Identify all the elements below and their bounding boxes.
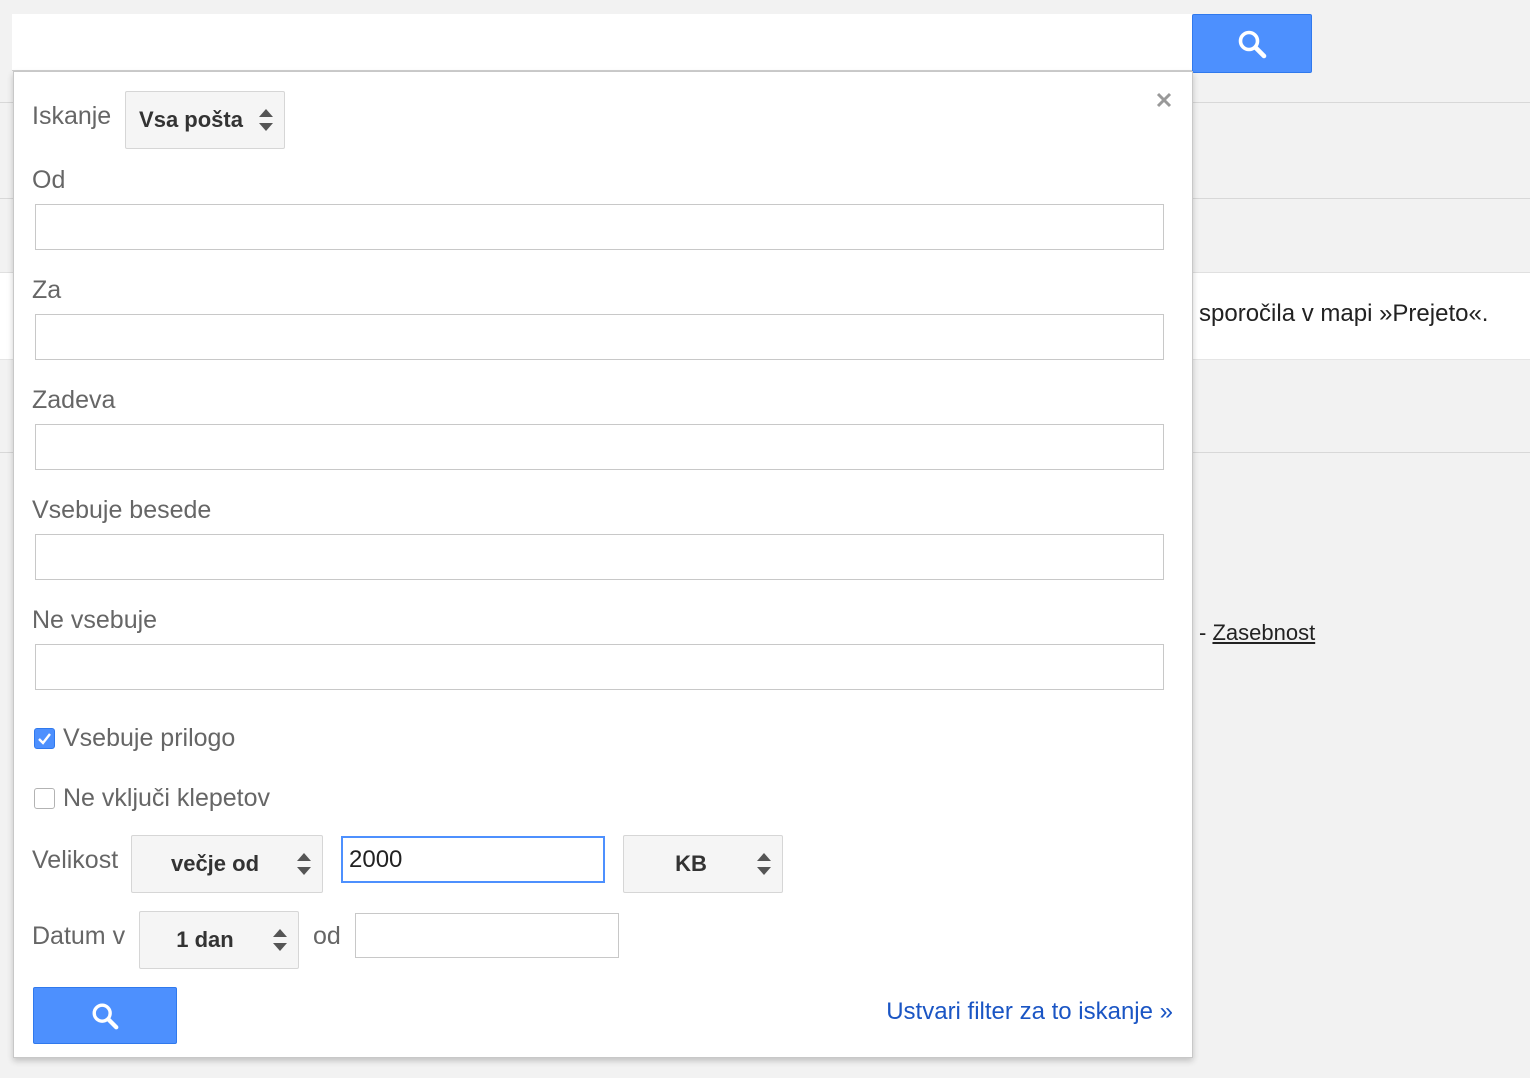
date-within-select[interactable]: 1 dan [139,911,299,969]
privacy-link[interactable]: Zasebnost [1212,620,1315,645]
to-field[interactable] [35,314,1164,360]
from-field[interactable] [35,204,1164,250]
advanced-search-button[interactable] [33,987,177,1044]
subject-field[interactable] [35,424,1164,470]
has-attachment-checkbox[interactable] [34,728,55,749]
close-icon [1156,92,1172,108]
search-in-label: Iskanje [32,102,112,130]
size-label: Velikost [32,846,119,874]
date-within-label: Datum v [32,922,126,950]
empty-inbox-message: sporočila v mapi »Prejeto«. [1199,300,1489,327]
size-value-input[interactable] [341,836,605,883]
has-words-label: Vsebuje besede [32,496,212,524]
select-arrows-icon [757,853,771,875]
doesnt-have-label: Ne vsebuje [32,606,158,634]
advanced-search-panel: Iskanje Vsa pošta Od Za Zadeva Vsebuje b… [13,71,1193,1058]
search-in-select[interactable]: Vsa pošta [125,91,285,149]
size-operator-value: večje od [170,851,260,876]
search-in-value: Vsa pošta [139,107,243,132]
size-unit-select[interactable]: KB [623,835,783,893]
search-button[interactable] [1192,14,1312,73]
subject-label: Zadeva [32,386,116,414]
footer-links: - Zasebnost [1199,620,1315,646]
doesnt-have-field[interactable] [35,644,1164,690]
search-input[interactable] [12,14,1192,71]
has-attachment-label: Vsebuje prilogo [63,724,236,752]
date-of-label: od [313,922,341,950]
footer-separator: - [1199,620,1213,645]
to-label: Za [32,276,62,304]
close-button[interactable] [1153,89,1175,111]
size-operator-select[interactable]: večje od [131,835,323,893]
size-unit-value: KB [675,851,707,876]
select-arrows-icon [297,853,311,875]
select-arrows-icon [259,109,273,131]
exclude-chats-label: Ne vključi klepetov [63,784,271,812]
select-arrows-icon [273,929,287,951]
checkmark-icon [38,733,51,745]
create-filter-link[interactable]: Ustvari filter za to iskanje » [886,998,1173,1026]
from-label: Od [32,166,66,194]
search-icon [92,1003,119,1029]
search-icon [1238,30,1267,58]
exclude-chats-checkbox[interactable] [34,788,55,809]
has-words-field[interactable] [35,534,1164,580]
date-of-input[interactable] [355,913,619,958]
date-within-value: 1 dan [176,927,234,952]
